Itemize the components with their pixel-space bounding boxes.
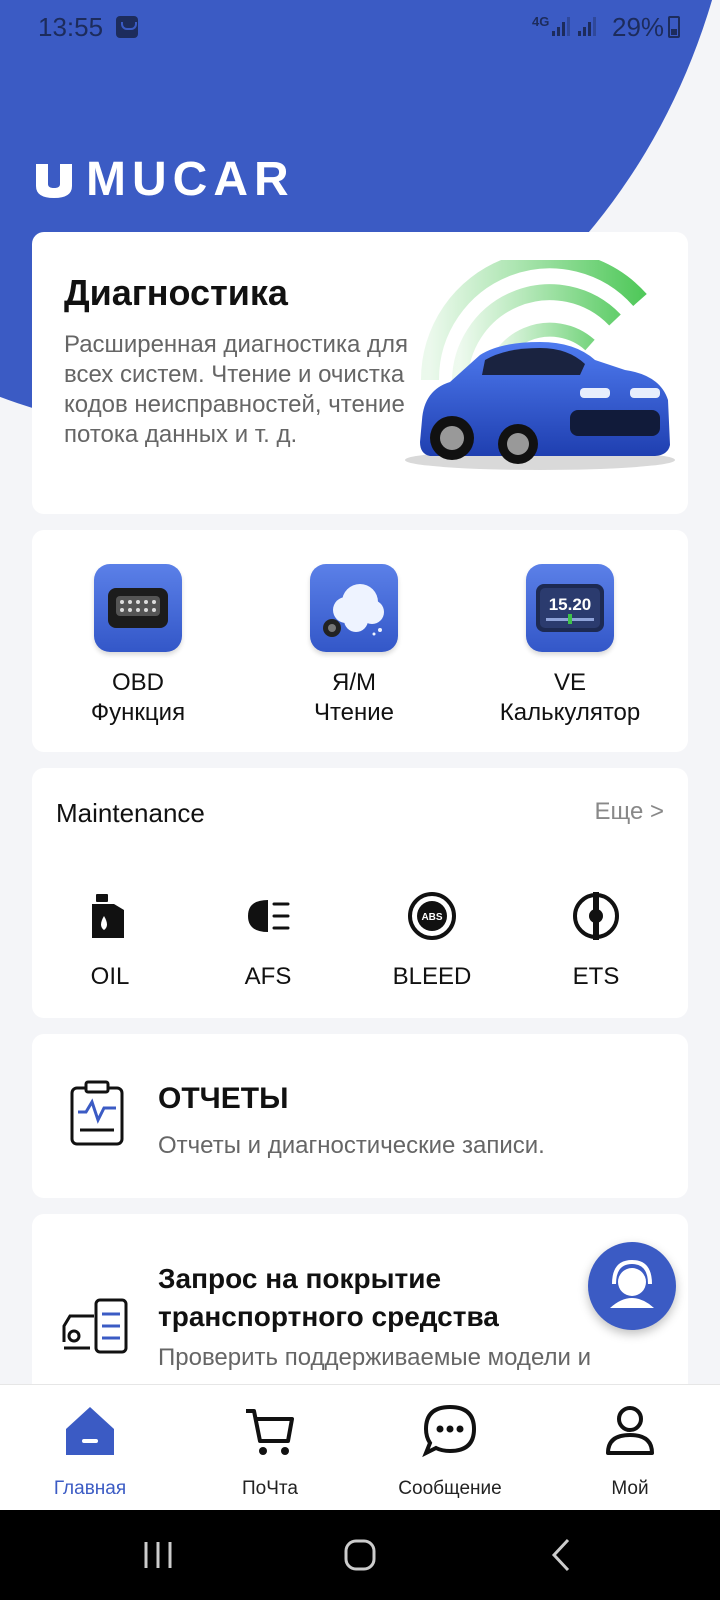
bottom-navigation: Главная ПоЧта Сообщение Мой [0, 1384, 720, 1510]
status-bar: 13:55 4G 29% [0, 0, 720, 56]
logo-mark-icon [36, 164, 72, 198]
maintenance-ets[interactable]: ETS [526, 890, 666, 991]
battery-icon [668, 16, 680, 38]
clipboard-icon [70, 1080, 124, 1146]
maintenance-more-link[interactable]: Еще > [594, 798, 664, 826]
battery-level: 29% [612, 12, 665, 42]
im-reading-button[interactable]: Я/М Чтение [254, 564, 454, 728]
im-label-line2: Чтение [313, 699, 395, 726]
nav-shop[interactable]: ПоЧта [180, 1403, 360, 1500]
maintenance-card: Maintenance Еще > OIL AFS ABS BLEED ETS [32, 768, 688, 1018]
obd-label-line1: OBD [111, 669, 164, 696]
nav-profile[interactable]: Мой [540, 1403, 720, 1500]
profile-icon [606, 1406, 654, 1455]
maintenance-title: Maintenance [56, 798, 205, 828]
status-time: 13:55 [38, 12, 104, 42]
ve-gauge-display: 15.20 [549, 595, 592, 614]
obd-function-button[interactable]: OBD Функция [38, 564, 238, 728]
obd-label-line2: Функция [90, 699, 186, 726]
afs-label: AFS [244, 963, 292, 990]
coverage-title: Запрос на покрытие транспортного средств… [158, 1263, 499, 1332]
throttle-icon [573, 892, 619, 940]
quick-functions-card: OBD Функция Я/М Чтение 15.20 VE Калькуля… [32, 530, 688, 752]
diagnostics-description: Расширенная диагностика для всех систем.… [64, 331, 408, 448]
chat-icon [422, 1404, 477, 1458]
maintenance-afs[interactable]: AFS [198, 890, 338, 991]
system-navigation-bar [0, 1510, 720, 1600]
im-label-line1: Я/М [332, 669, 376, 696]
diagnostics-card[interactable]: Диагностика Расширенная диагностика для … [32, 232, 688, 514]
gauge-icon: 15.20 [526, 564, 614, 652]
brand-name: MUCAR [86, 153, 295, 206]
signal-icon [552, 16, 570, 36]
maintenance-bleed[interactable]: ABS BLEED [362, 890, 502, 991]
car-illustration-icon [405, 260, 675, 470]
bleed-label: BLEED [392, 963, 472, 990]
signal-icon [578, 16, 596, 36]
ve-calculator-button[interactable]: 15.20 VE Калькулятор [470, 564, 670, 728]
nav-messages[interactable]: Сообщение [360, 1403, 540, 1500]
maintenance-oil[interactable]: OIL [40, 890, 180, 991]
recent-apps-icon[interactable] [128, 1530, 188, 1580]
cart-icon [246, 1409, 294, 1455]
smoke-icon [310, 564, 398, 652]
diagnostics-title: Диагностика [64, 272, 288, 313]
support-agent-icon [610, 1259, 654, 1308]
oil-label: OIL [90, 963, 130, 990]
reports-card[interactable]: ОТЧЕТЫ Отчеты и диагностические записи. [32, 1034, 688, 1198]
home-icon [66, 1407, 114, 1455]
home-system-icon[interactable] [330, 1530, 390, 1580]
abs-icon: ABS [408, 892, 456, 940]
support-chat-button[interactable] [588, 1242, 676, 1330]
network-type: 4G [532, 14, 550, 29]
brand-logo: MUCAR [32, 153, 295, 206]
nav-home-label: Главная [53, 1478, 127, 1499]
oil-can-icon [92, 894, 124, 938]
ets-label: ETS [572, 963, 620, 990]
headlight-icon [248, 900, 290, 932]
nav-shop-label: ПоЧта [242, 1478, 298, 1499]
coverage-description: Проверить поддерживаемые модели и [158, 1344, 591, 1371]
nav-messages-label: Сообщение [398, 1478, 502, 1499]
reports-title: ОТЧЕТЫ [158, 1082, 289, 1115]
notification-icon [116, 16, 138, 38]
back-icon[interactable] [532, 1530, 592, 1580]
abs-badge: ABS [421, 912, 442, 923]
reports-description: Отчеты и диагностические записи. [158, 1132, 545, 1159]
nav-home[interactable]: Главная [0, 1403, 180, 1500]
nav-profile-label: Мой [611, 1478, 649, 1499]
vehicle-document-icon [62, 1298, 128, 1354]
ve-label-line1: VE [553, 669, 586, 696]
ve-label-line2: Калькулятор [499, 699, 641, 726]
obd-connector-icon [94, 564, 182, 652]
